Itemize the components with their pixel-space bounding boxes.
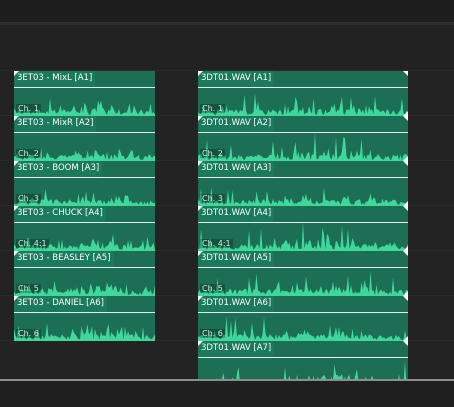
clip-edge-marker <box>14 116 19 121</box>
waveform <box>198 271 408 296</box>
audio-clip[interactable]: 3ET03 - BOOM [A3] Ch. 3 <box>14 161 155 206</box>
clip-name: 3ET03 - MixR [A2] <box>14 116 97 132</box>
audio-clip[interactable]: 3ET03 - BEASLEY [A5] Ch. 5 <box>14 251 155 296</box>
channel-label: Ch. 1 <box>16 104 41 113</box>
audio-clip[interactable]: 3ET03 - DANIEL [A6] Ch. 6 <box>14 296 155 341</box>
clip-name: 3DT01.WAV [A4] <box>198 206 275 222</box>
clip-edge-marker <box>198 251 203 256</box>
clip-edge-marker <box>14 206 19 211</box>
channel-label: Ch. 3 <box>16 194 41 203</box>
channel-label: Ch. 6 <box>200 329 225 338</box>
clip-edge-marker <box>403 251 408 256</box>
waveform-shape <box>198 133 408 161</box>
clip-edge-marker <box>198 71 203 76</box>
clip-edge-marker <box>403 71 408 76</box>
clip-name: 3DT01.WAV [A1] <box>198 71 275 87</box>
channel-label: Ch. 2 <box>16 149 41 158</box>
clip-edge-marker <box>198 296 203 301</box>
clip-edge-marker <box>14 161 19 166</box>
waveform <box>198 93 408 116</box>
audio-clip[interactable]: 3DT01.WAV [A6] Ch. 6 <box>198 296 408 341</box>
audio-clip[interactable]: 3DT01.WAV [A4] Ch. 4:1 <box>198 206 408 251</box>
clip-edge-marker <box>403 161 408 166</box>
waveform <box>198 316 408 341</box>
waveform-shape <box>198 187 408 206</box>
waveform-shape <box>198 93 408 116</box>
clip-name: 3ET03 - MixL [A1] <box>14 71 96 87</box>
audio-clip[interactable]: 3DT01.WAV [A2] Ch. 2 <box>198 116 408 161</box>
channel-label: Ch. 4:1 <box>16 239 49 248</box>
clip-name: 3DT01.WAV [A2] <box>198 116 275 132</box>
clip-edge-marker <box>14 71 19 76</box>
channel-label: Ch. 2 <box>200 149 225 158</box>
clip-edge-marker <box>403 206 408 211</box>
clip-name: 3ET03 - CHUCK [A4] <box>14 206 106 222</box>
audio-clip[interactable]: 3DT01.WAV [A5] Ch. 5 <box>198 251 408 296</box>
clip-edge-marker <box>14 296 19 301</box>
channel-label: Ch. 5 <box>200 284 225 293</box>
clip-name: 3ET03 - BEASLEY [A5] <box>14 251 114 267</box>
clip-name: 3ET03 - DANIEL [A6] <box>14 296 107 312</box>
audio-clip[interactable]: 3ET03 - CHUCK [A4] Ch. 4:1 <box>14 206 155 251</box>
audio-clip[interactable]: 3DT01.WAV [A3] Ch. 3 <box>198 161 408 206</box>
channel-label: Ch. 1 <box>200 104 225 113</box>
waveform <box>198 187 408 206</box>
waveform-shape <box>198 316 408 341</box>
channel-label: Ch. 5 <box>16 284 41 293</box>
clip-edge-marker <box>403 116 408 121</box>
timeline-header-bar <box>0 0 454 22</box>
clip-edge-marker <box>198 116 203 121</box>
timeline-bottom-area <box>0 381 454 407</box>
audio-clip[interactable]: 3ET03 - MixL [A1] Ch. 1 <box>14 71 155 116</box>
clip-name: 3DT01.WAV [A3] <box>198 161 275 177</box>
clip-edge-marker <box>198 206 203 211</box>
audio-clip[interactable]: 3ET03 - MixR [A2] Ch. 2 <box>14 116 155 161</box>
waveform-shape <box>198 271 408 296</box>
audio-clip[interactable]: 3DT01.WAV [A1] Ch. 1 <box>198 71 408 116</box>
clip-edge-marker <box>14 251 19 256</box>
waveform <box>198 133 408 161</box>
clip-edge-marker <box>198 161 203 166</box>
clip-edge-marker <box>198 341 203 346</box>
clip-name: 3DT01.WAV [A5] <box>198 251 275 267</box>
clip-name: 3DT01.WAV [A6] <box>198 296 275 312</box>
channel-label: Ch. 3 <box>200 194 225 203</box>
clip-edge-marker <box>403 296 408 301</box>
channel-label: Ch. 4:1 <box>200 239 233 248</box>
clip-name: 3DT01.WAV [A7] <box>198 341 275 357</box>
clip-name: 3ET03 - BOOM [A3] <box>14 161 103 177</box>
channel-label: Ch. 6 <box>16 329 41 338</box>
timeline-ruler-area[interactable] <box>0 25 454 70</box>
clip-edge-marker <box>403 341 408 346</box>
